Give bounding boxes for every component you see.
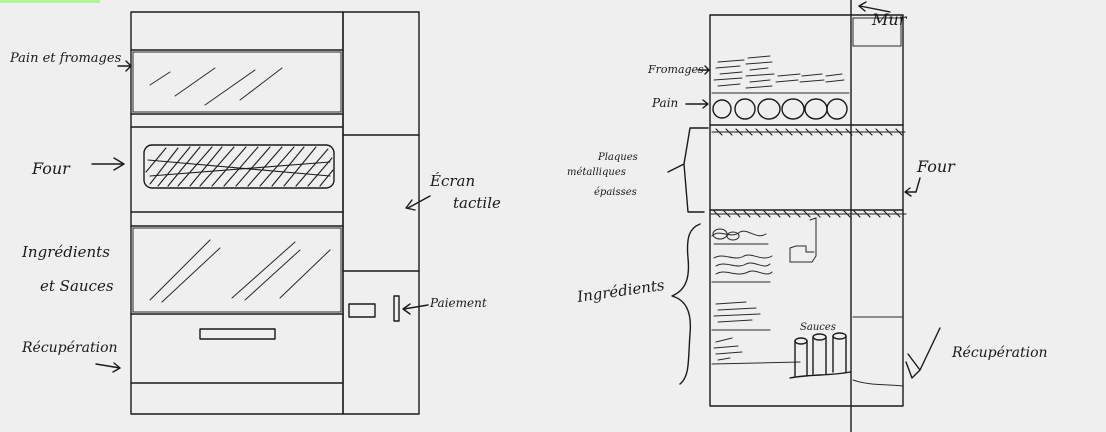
front-body xyxy=(130,11,344,415)
label-ingredients-2: et Sauces xyxy=(40,277,114,295)
arrow-ecran xyxy=(405,195,431,211)
arrow-recuperation-left xyxy=(95,362,121,373)
metal-plate-top xyxy=(711,128,906,136)
arrow-four-right xyxy=(904,177,921,197)
front-view xyxy=(130,11,420,415)
label-recuperation-right: Récupération xyxy=(951,345,1048,361)
label-plaques-3: épaisses xyxy=(594,187,637,198)
label-mur: Mur xyxy=(871,10,908,29)
sauce-bottles xyxy=(789,332,851,379)
label-sauces: Sauces xyxy=(800,322,836,333)
label-ecran-2: tactile xyxy=(453,194,501,212)
label-ecran-1: Écran xyxy=(429,172,475,190)
vending-machine-sketch: Pain et fromages Four Ingrédients et Sau… xyxy=(9,0,1048,432)
metal-plate-bottom xyxy=(709,210,907,218)
label-pain: Pain xyxy=(651,96,678,110)
payment-reader xyxy=(393,295,400,322)
bread-rolls xyxy=(712,98,848,120)
label-fromages: Fromages xyxy=(647,63,704,76)
ingredient-items xyxy=(711,217,817,365)
side-panel xyxy=(342,11,420,415)
label-paiement: Paiement xyxy=(429,296,487,310)
arrow-recuperation-right xyxy=(905,327,941,379)
label-ingredients-1: Ingrédients xyxy=(21,243,110,261)
arrow-pain xyxy=(685,99,709,109)
payment-card-slot xyxy=(348,303,376,318)
bracket-plates xyxy=(667,127,709,213)
label-four-right: Four xyxy=(916,157,956,176)
arrow-four-left xyxy=(91,157,125,171)
label-plaques-1: Plaques xyxy=(597,152,638,163)
label-recuperation-left: Récupération xyxy=(21,340,118,356)
label-ingredients-right: Ingrédients xyxy=(575,276,666,306)
label-four-left: Four xyxy=(31,159,71,178)
cheese-items xyxy=(713,55,845,89)
oven-window xyxy=(143,144,335,189)
bracket-ingredients xyxy=(671,223,701,385)
arrow-paiement xyxy=(402,303,429,315)
oven-hatching xyxy=(145,146,334,187)
label-plaques-2: métalliques xyxy=(567,167,626,178)
pickup-slot xyxy=(199,328,276,340)
label-pain-fromages: Pain et fromages xyxy=(9,51,122,66)
